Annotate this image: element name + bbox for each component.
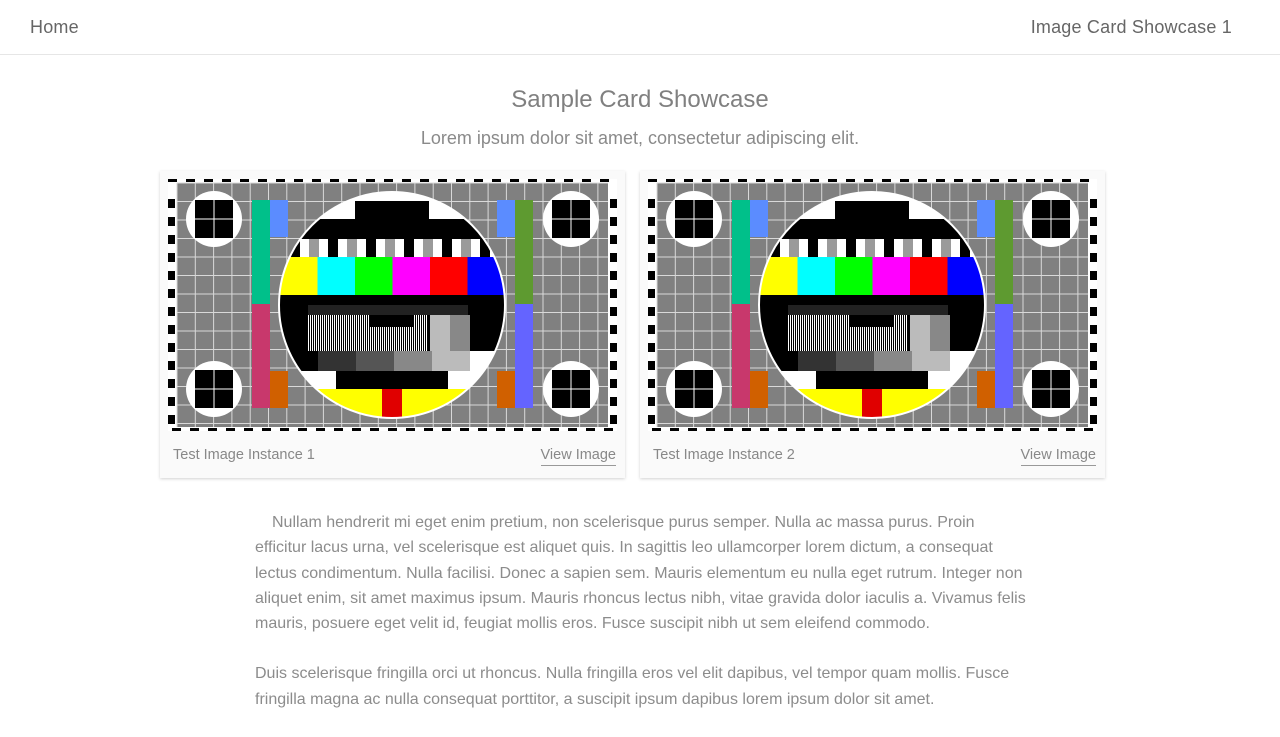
nav-page-title: Image Card Showcase 1 [1030, 17, 1232, 37]
paragraph: Nullam hendrerit mi eget enim pretium, n… [255, 514, 1026, 633]
image-card-1: Test Image Instance 1 View Image [160, 171, 625, 478]
article-body: Nullam hendrerit mi eget enim pretium, n… [255, 510, 1030, 737]
page-title: Sample Card Showcase [511, 86, 769, 113]
paragraph: Duis scelerisque fringilla orci ut rhonc… [255, 665, 1010, 708]
card-caption: Test Image Instance 2 [653, 447, 795, 463]
test-pattern-image[interactable] [168, 179, 617, 431]
page-subtitle: Lorem ipsum dolor sit amet, consectetur … [420, 128, 860, 148]
nav-home-link[interactable]: Home [30, 17, 79, 38]
top-nav-bar: Home Image Card Showcase 1 [0, 0, 1280, 55]
test-pattern-image[interactable] [648, 179, 1097, 431]
view-image-link[interactable]: View Image [540, 447, 616, 466]
card-caption: Test Image Instance 1 [173, 447, 315, 463]
image-card-2: Test Image Instance 2 View Image [640, 171, 1105, 478]
view-image-link[interactable]: View Image [1020, 447, 1096, 466]
